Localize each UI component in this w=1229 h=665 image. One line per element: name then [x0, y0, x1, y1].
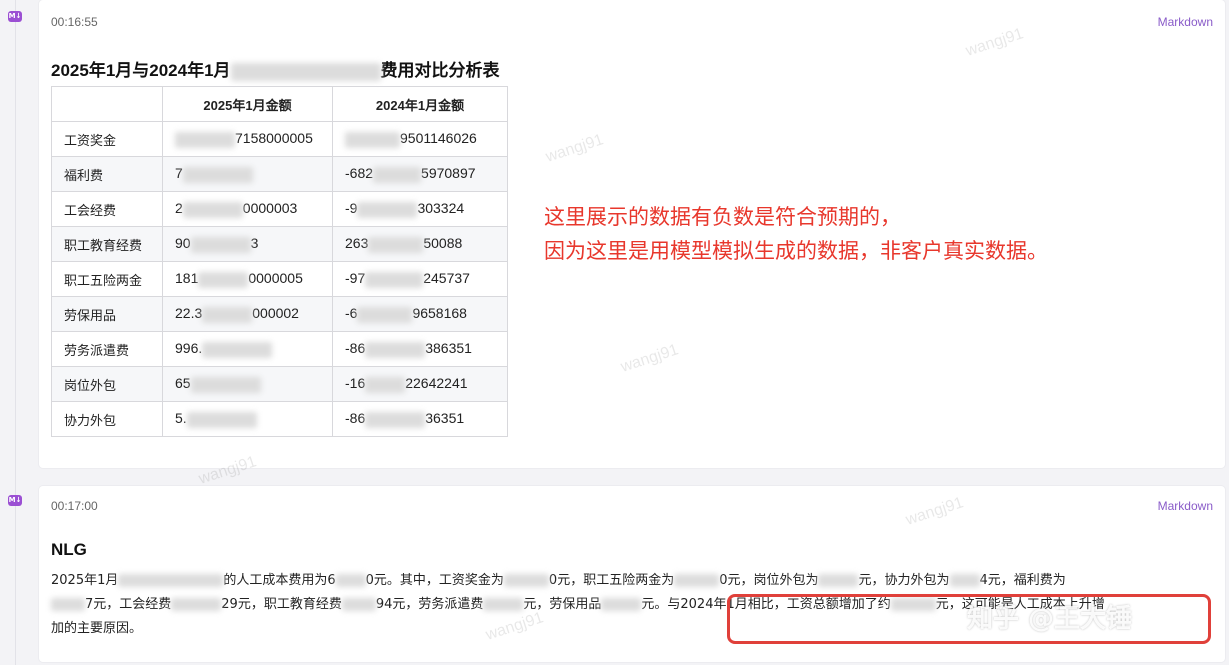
category-cell: 职工五险两金	[51, 261, 163, 297]
redacted-blur	[674, 574, 720, 587]
cost-comparison-table: 2025年1月金额 2024年1月金额 工资奖金 7158000005 9501…	[51, 86, 508, 437]
amount-2025-cell: 22.3 000002	[162, 296, 333, 332]
category-cell: 工资奖金	[51, 121, 163, 157]
redacted-blur	[186, 411, 257, 428]
category-cell: 工会经费	[51, 191, 163, 227]
redacted-blur	[190, 376, 261, 393]
cell-title: NLG	[51, 540, 87, 559]
redacted-blur	[198, 271, 249, 288]
redacted-blur	[365, 376, 406, 393]
category-cell: 职工教育经费	[51, 226, 163, 262]
redacted-blur	[171, 598, 222, 611]
table-row: 岗位外包 65 -16 22642241	[51, 366, 508, 402]
redacted-blur	[345, 131, 400, 148]
header-cell: 2025年1月金额	[162, 86, 333, 122]
redacted-blur	[335, 574, 366, 587]
annotation-line: 这里展示的数据有负数是符合预期的，	[544, 205, 901, 229]
category-cell: 协力外包	[51, 401, 163, 437]
redacted-blur	[182, 201, 243, 218]
redacted-blur	[373, 166, 422, 183]
cell-type-label[interactable]: Markdown	[1158, 499, 1213, 513]
header-cell: 2024年1月金额	[332, 86, 508, 122]
amount-2024-cell: 263 50088	[332, 226, 508, 262]
amount-2024-cell: -86 386351	[332, 331, 508, 367]
markdown-cell-icon: M↓	[8, 11, 22, 22]
table-row: 工会经费 2 0000003 -9 303324	[51, 191, 508, 227]
category-cell: 福利费	[51, 156, 163, 192]
redacted-blur	[51, 598, 85, 611]
redacted-blur	[949, 574, 980, 587]
amount-2024-cell: -9 303324	[332, 191, 508, 227]
amount-2025-cell: 996.	[162, 331, 333, 367]
redacted-blur	[357, 306, 413, 323]
redacted-blur	[202, 341, 273, 358]
cell-timestamp: 00:16:55	[51, 15, 98, 29]
header-cell	[51, 86, 163, 122]
table-row: 协力外包 5. -86 36351	[51, 401, 508, 437]
redacted-blur	[483, 598, 524, 611]
table-row: 职工五险两金 181 0000005 -97 245737	[51, 261, 508, 297]
redacted-blur	[175, 131, 235, 148]
table-row: 福利费 7 -682 5970897	[51, 156, 508, 192]
zhihu-watermark: 知乎 @王大锤	[967, 604, 1133, 634]
redacted-blur	[368, 236, 424, 253]
amount-2025-cell: 181 0000005	[162, 261, 333, 297]
redacted-blur	[818, 574, 859, 587]
redacted-blur	[182, 166, 253, 183]
markdown-cell[interactable]: 00:16:55 Markdown 2025年1月与2024年1月 费用对比分析表…	[39, 0, 1225, 468]
amount-2025-cell: 5.	[162, 401, 333, 437]
annotation-note: 这里展示的数据有负数是符合预期的， 因为这里是用模型模拟生成的数据，非客户真实数…	[544, 200, 1048, 268]
amount-2025-cell: 2 0000003	[162, 191, 333, 227]
redacted-blur	[601, 598, 642, 611]
amount-2024-cell: -682 5970897	[332, 156, 508, 192]
table-row: 工资奖金 7158000005 9501146026	[51, 121, 508, 157]
cell-timestamp: 00:17:00	[51, 499, 98, 513]
table-title-end: 费用对比分析表	[380, 61, 500, 80]
redacted-blur	[202, 306, 253, 323]
redacted-blur	[357, 201, 418, 218]
amount-2025-cell: 7158000005	[162, 121, 333, 157]
markdown-cell-icon: M↓	[8, 495, 22, 506]
redacted-blur	[503, 574, 549, 587]
cell-type-label[interactable]: Markdown	[1158, 15, 1213, 29]
timeline-line	[15, 0, 16, 665]
amount-2024-cell: 9501146026	[332, 121, 508, 157]
table-row: 劳务派遣费 996. -86 386351	[51, 331, 508, 367]
redacted-blur	[118, 574, 224, 587]
redacted-blur	[365, 411, 426, 428]
amount-2024-cell: -6 9658168	[332, 296, 508, 332]
redacted-blur	[365, 271, 424, 288]
paragraph-line: 2025年1月 的人工成本费用为6 0元。其中，工资奖金为 0元，职工五险两金为 0元，…	[51, 573, 1066, 588]
amount-2024-cell: -97 245737	[332, 261, 508, 297]
amount-2024-cell: -16 22642241	[332, 366, 508, 402]
amount-2024-cell: -86 36351	[332, 401, 508, 437]
table-title: 2025年1月与2024年1月 费用对比分析表	[51, 56, 500, 81]
redacted-blur	[365, 341, 426, 358]
amount-2025-cell: 90 3	[162, 226, 333, 262]
table-row: 职工教育经费 90 3 263 50088	[51, 226, 508, 262]
table-title-start: 2025年1月与2024年1月	[51, 61, 231, 80]
category-cell: 劳保用品	[51, 296, 163, 332]
category-cell: 岗位外包	[51, 366, 163, 402]
amount-2025-cell: 65	[162, 366, 333, 402]
table-row: 劳保用品 22.3 000002 -6 9658168	[51, 296, 508, 332]
category-cell: 劳务派遣费	[51, 331, 163, 367]
annotation-line: 因为这里是用模型模拟生成的数据，非客户真实数据。	[544, 239, 1048, 263]
amount-2025-cell: 7	[162, 156, 333, 192]
redacted-blur	[341, 598, 376, 611]
redacted-blur	[230, 62, 381, 81]
redacted-blur	[190, 236, 251, 253]
